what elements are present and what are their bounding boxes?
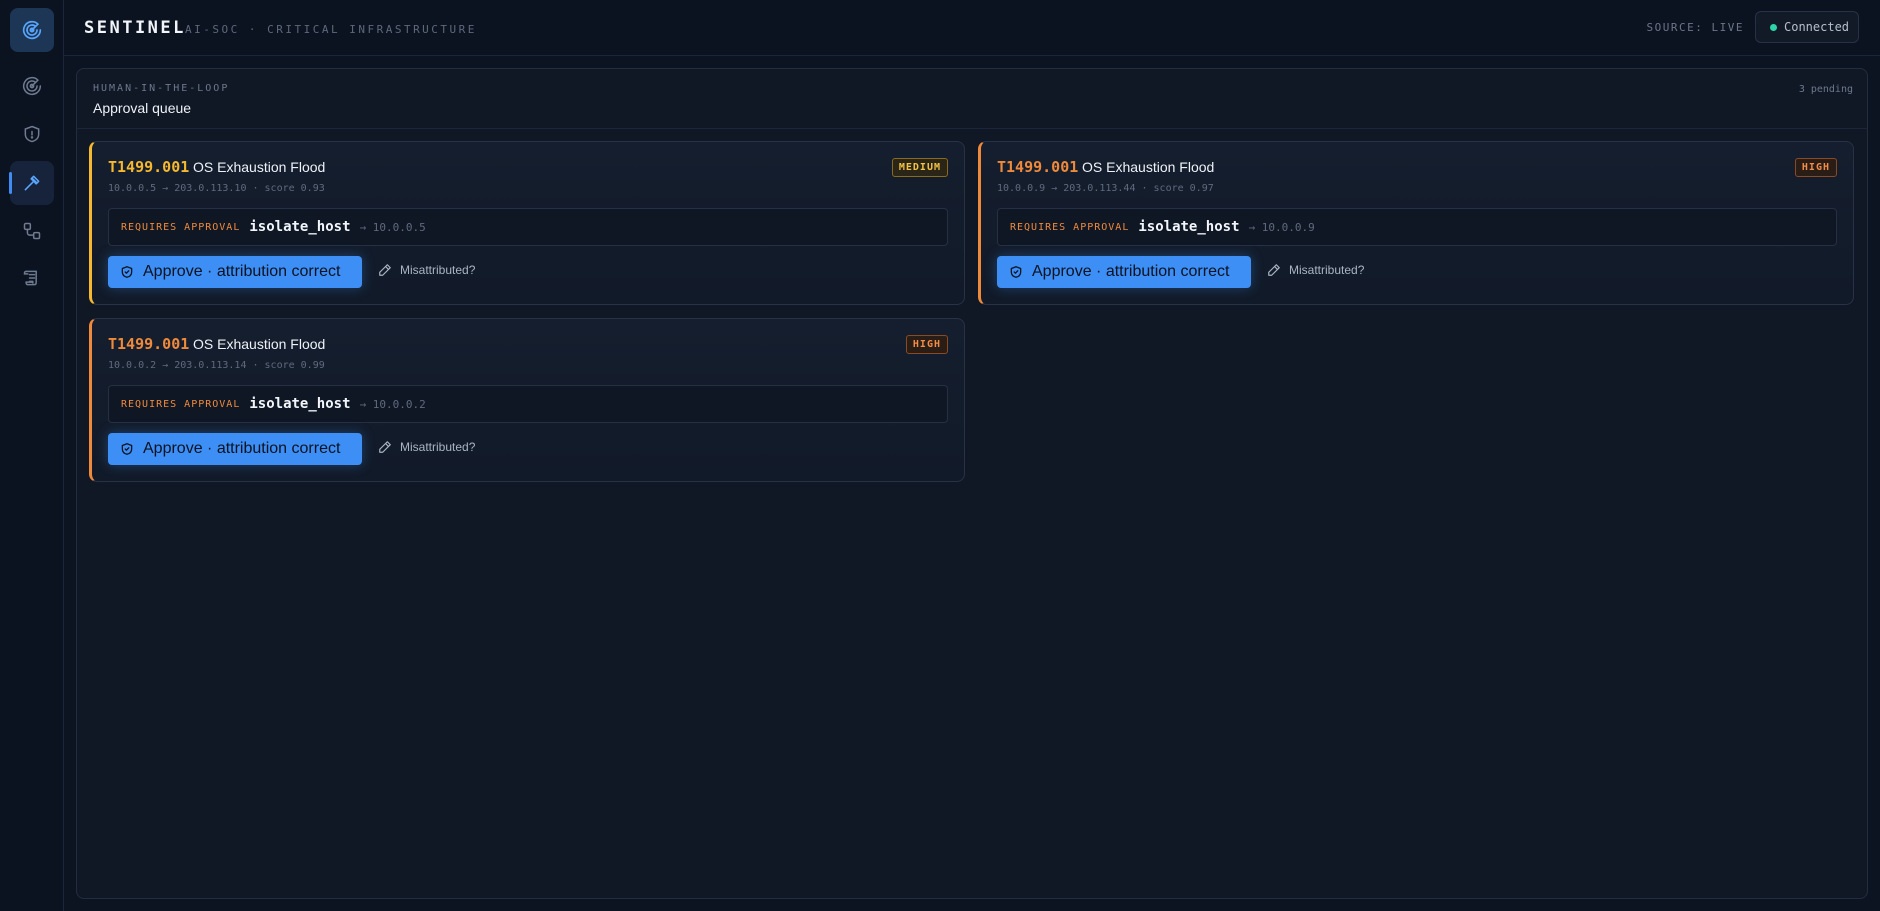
shield-check-icon [121,443,133,455]
source-label: SOURCE: LIVE [1646,21,1744,34]
technique-id: T1499.001 [997,158,1079,176]
approve-button[interactable]: Approve · attribution correct [108,433,362,465]
approval-card: T1499.001 OS Exhaustion Flood 10.0.0.5 →… [89,141,965,305]
hammer-icon [24,175,40,191]
approval-card: T1499.001 OS Exhaustion Flood 10.0.0.2 →… [89,318,965,482]
sidebar-logo-button[interactable] [10,8,54,52]
brand-subtitle: AI-SOC · CRITICAL INFRASTRUCTURE [185,23,477,36]
misattributed-button[interactable]: Misattributed? [1267,263,1364,277]
shield-icon [24,125,40,143]
approve-button[interactable]: Approve · attribution correct [108,256,362,288]
sidebar-item-logs[interactable] [10,256,54,300]
approval-action-row: REQUIRES APPROVAL isolate_host → 10.0.0.… [108,385,948,423]
pending-count: 3 pending [1798,84,1853,95]
technique-name: OS Exhaustion Flood [193,159,326,175]
requires-approval-label: REQUIRES APPROVAL [121,221,241,233]
requires-approval-label: REQUIRES APPROVAL [121,398,241,410]
sidebar-item-shield[interactable] [10,112,54,156]
action-target: → 10.0.0.9 [1248,220,1315,234]
technique-name: OS Exhaustion Flood [1082,159,1215,175]
scroll-icon [23,270,37,286]
connection-label: Connected [1784,20,1850,34]
severity-badge: HIGH [1794,158,1837,177]
action-target: → 10.0.0.2 [359,397,426,411]
technique-id: T1499.001 [108,158,190,176]
approval-card: T1499.001 OS Exhaustion Flood 10.0.0.9 →… [978,141,1854,305]
flow-meta: 10.0.0.9 → 203.0.113.44 · score 0.97 [997,183,1214,194]
panel-title: Approval queue [93,100,192,116]
panel-eyebrow: HUMAN-IN-THE-LOOP [93,83,230,94]
severity-badge: HIGH [905,335,948,354]
sidebar-item-response[interactable] [9,161,54,205]
technique-name: OS Exhaustion Flood [193,336,326,352]
approve-label: Approve · attribution correct [1032,263,1230,280]
approval-queue-panel: HUMAN-IN-THE-LOOP Approval queue 3 pendi… [76,68,1868,899]
top-header: SENTINEL AI-SOC · CRITICAL INFRASTRUCTUR… [64,0,1880,56]
pencil-icon [1268,264,1280,276]
action-name: isolate_host [249,219,351,235]
misattributed-button[interactable]: Misattributed? [378,263,475,277]
radar-icon [22,76,42,96]
brand-name: SENTINEL [84,18,186,38]
connected-dot-icon [1770,23,1777,31]
action-target: → 10.0.0.5 [359,220,426,234]
approval-action-row: REQUIRES APPROVAL isolate_host → 10.0.0.… [108,208,948,246]
panel-header: HUMAN-IN-THE-LOOP Approval queue 3 pendi… [77,69,1867,129]
misattributed-label: Misattributed? [1289,263,1365,277]
sidebar [0,0,64,911]
approval-action-row: REQUIRES APPROVAL isolate_host → 10.0.0.… [997,208,1837,246]
connection-status[interactable]: Connected [1755,11,1859,43]
action-name: isolate_host [1138,219,1240,235]
approve-label: Approve · attribution correct [143,263,341,280]
workflow-icon [23,222,41,240]
approve-button[interactable]: Approve · attribution correct [997,256,1251,288]
sidebar-item-radar[interactable] [10,64,54,108]
misattributed-button[interactable]: Misattributed? [378,440,475,454]
radar-logo-icon [22,20,42,40]
approve-label: Approve · attribution correct [143,440,341,457]
misattributed-label: Misattributed? [400,440,476,454]
action-name: isolate_host [249,396,351,412]
flow-meta: 10.0.0.2 → 203.0.113.14 · score 0.99 [108,360,325,371]
technique-id: T1499.001 [108,335,190,353]
pencil-icon [379,264,391,276]
requires-approval-label: REQUIRES APPROVAL [1010,221,1130,233]
flow-meta: 10.0.0.5 → 203.0.113.10 · score 0.93 [108,183,325,194]
severity-badge: MEDIUM [891,158,948,177]
shield-check-icon [121,266,133,278]
sidebar-item-workflow[interactable] [10,209,54,253]
misattributed-label: Misattributed? [400,263,476,277]
shield-check-icon [1010,266,1022,278]
pencil-icon [379,441,391,453]
active-indicator [9,172,12,194]
